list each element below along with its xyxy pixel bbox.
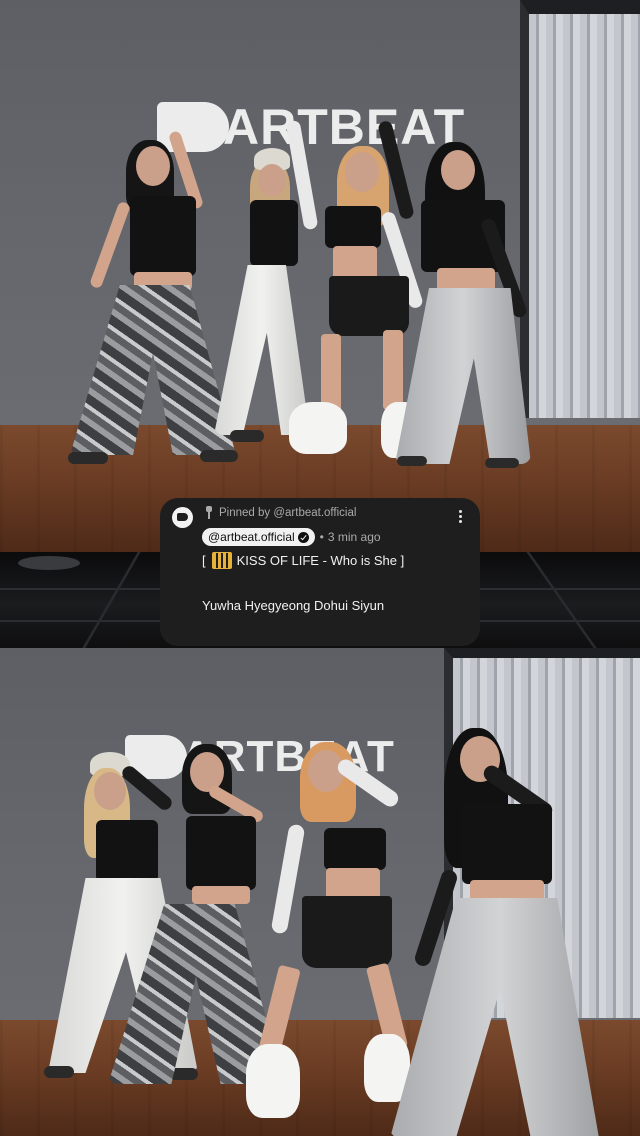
video-frame-top[interactable]: ARTBEAT xyxy=(0,0,640,552)
channel-avatar-icon[interactable] xyxy=(172,507,193,528)
ceiling-strut xyxy=(82,552,141,648)
video-frame-bottom[interactable]: ARTBEAT xyxy=(0,648,640,1136)
pinned-by-line: Pinned by @artbeat.official xyxy=(204,506,356,519)
comment-members-text: Yuwha Hyegyeong Dohui Siyun xyxy=(202,598,385,613)
comment-song-title: [ KISS OF LIFE - Who is She ] xyxy=(202,552,404,569)
pinned-by-text: Pinned by @artbeat.official xyxy=(219,506,357,519)
studio-curtain xyxy=(520,0,640,418)
artbeat-logo-avatar-mark xyxy=(177,513,188,521)
bracket-open: [ xyxy=(202,553,206,568)
pinned-comment-card[interactable]: Pinned by @artbeat.official @artbeat.off… xyxy=(160,498,480,646)
more-vertical-icon[interactable] xyxy=(454,506,466,526)
verified-check-icon xyxy=(297,531,309,543)
comment-time: 3 min ago xyxy=(327,530,381,544)
ceiling-light xyxy=(18,556,80,570)
song-emoji-icon xyxy=(211,552,232,569)
song-title-text: KISS OF LIFE - Who is She ] xyxy=(236,553,405,568)
separator-dot: • xyxy=(319,530,324,544)
dancer xyxy=(390,728,620,1136)
comment-author-line: @artbeat.official • 3 min ago xyxy=(202,528,381,546)
ceiling-strut xyxy=(526,552,597,648)
dancer xyxy=(377,119,535,470)
author-handle-chip[interactable]: @artbeat.official xyxy=(202,528,315,546)
author-handle: @artbeat.official xyxy=(208,530,295,544)
pin-icon xyxy=(204,506,214,519)
